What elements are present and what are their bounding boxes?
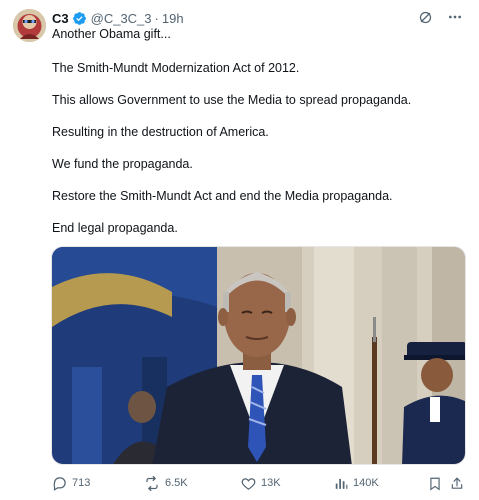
avatar[interactable]	[13, 9, 46, 42]
tweet-text-line: Restore the Smith-Mundt Act and end the …	[52, 189, 393, 203]
bookmark-button[interactable]	[428, 474, 442, 492]
reply-count: 713	[72, 477, 91, 489]
like-button[interactable]: 13K	[241, 474, 281, 492]
repost-icon	[144, 475, 160, 491]
display-name[interactable]: C3	[52, 11, 69, 26]
tweet-text-line: The Smith-Mundt Modernization Act of 201…	[52, 61, 300, 75]
share-icon	[450, 476, 464, 491]
verified-badge-icon	[72, 11, 87, 26]
like-icon	[241, 476, 256, 491]
tweet-top-actions	[417, 9, 463, 25]
bookmark-icon	[428, 476, 442, 491]
tweet-media-photo[interactable]	[51, 246, 466, 465]
timestamp[interactable]: 19h	[162, 11, 184, 26]
handle[interactable]: @C_3C_3	[91, 11, 152, 26]
tweet[interactable]: C3 @C_3C_3 · 19h Another Obama gift... T…	[0, 0, 479, 500]
reply-icon	[52, 476, 67, 491]
tweet-text-line: End legal propaganda.	[52, 221, 178, 235]
tweet-text-line: This allows Government to use the Media …	[52, 93, 412, 107]
views-icon	[334, 476, 348, 490]
like-count: 13K	[261, 477, 281, 489]
grok-icon[interactable]	[417, 9, 433, 25]
tweet-text-line: Resulting in the destruction of America.	[52, 125, 269, 139]
tweet-header: C3 @C_3C_3 · 19h	[52, 9, 184, 27]
reply-button[interactable]: 713	[52, 474, 90, 492]
repost-count: 6.5K	[165, 477, 188, 489]
tweet-action-bar: 713 6.5K 13K 140K	[52, 474, 467, 492]
separator-dot: ·	[154, 10, 159, 26]
tweet-text-line: We fund the propaganda.	[52, 157, 193, 171]
views-button[interactable]: 140K	[334, 474, 379, 492]
share-button[interactable]	[450, 474, 464, 492]
views-count: 140K	[353, 477, 379, 489]
more-icon[interactable]	[447, 9, 463, 25]
repost-button[interactable]: 6.5K	[144, 474, 188, 492]
tweet-text-line: Another Obama gift...	[52, 27, 171, 41]
